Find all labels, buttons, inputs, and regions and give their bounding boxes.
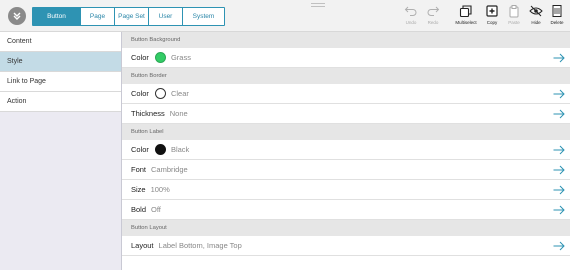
section-header-button-label: Button Label [122,124,570,140]
section-header-button-border: Button Border [122,68,570,84]
row-value: Label Bottom, Image Top [158,241,242,250]
arrow-right-icon [553,89,565,99]
row-value: Clear [170,89,189,98]
sidebar: Content Style Link to Page Action [0,32,122,270]
tab-page[interactable]: Page [81,8,115,25]
row-value: Off [151,205,161,214]
multiselect-icon [459,5,472,18]
color-swatch [154,88,166,99]
arrow-right-icon [553,109,565,119]
section-header-button-background: Button Background [122,32,570,48]
row-label: Color [131,53,149,62]
row-label: Layout [131,241,154,250]
sidebar-item-content[interactable]: Content [0,32,121,52]
tab-button[interactable]: Button [33,8,81,25]
section-header-button-layout: Button Layout [122,220,570,236]
row-label: Size [131,185,146,194]
arrow-right-icon [553,165,565,175]
row-label: Color [131,89,149,98]
trash-icon [552,5,562,17]
background-color-row[interactable]: Color Grass [122,48,570,68]
sidebar-item-action[interactable]: Action [0,92,121,112]
label-color-row[interactable]: Color Black [122,140,570,160]
row-value: Black [170,145,190,154]
label-bold-row[interactable]: Bold Off [122,200,570,220]
arrow-right-icon [553,53,565,63]
tab-user[interactable]: User [149,8,183,25]
row-value: Cambridge [151,165,188,174]
label-font-row[interactable]: Font Cambridge [122,160,570,180]
drag-handle[interactable] [311,3,325,9]
row-label: Bold [131,205,147,214]
arrow-right-icon [553,185,565,195]
tab-page-set[interactable]: Page Set [115,8,149,25]
row-label: Thickness [131,109,165,118]
border-thickness-row[interactable]: Thickness None [122,104,570,124]
tab-system[interactable]: System [183,8,224,25]
sidebar-item-label: Style [7,58,23,65]
redo-icon [427,6,440,16]
label-size-row[interactable]: Size 100% [122,180,570,200]
redo-label: Redo [427,20,439,25]
redo-button[interactable]: Redo [419,4,447,25]
row-label: Color [131,145,149,154]
border-color-row[interactable]: Color Clear [122,84,570,104]
sidebar-item-link-to-page[interactable]: Link to Page [0,72,121,92]
row-value: 100% [150,185,170,194]
collapse-button[interactable] [8,7,26,25]
delete-button[interactable]: Delete [545,4,569,25]
undo-icon [404,6,417,16]
arrow-right-icon [553,145,565,155]
sidebar-item-label: Action [7,98,27,105]
sidebar-item-style[interactable]: Style [0,52,121,72]
style-settings-panel: Button Background Color Grass Button Bor… [122,32,570,270]
paste-icon [509,5,519,18]
chevron-double-down-icon [13,12,21,20]
tab-bar: Button Page Page Set User System [32,7,225,26]
layout-row[interactable]: Layout Label Bottom, Image Top [122,236,570,256]
color-swatch [154,144,166,155]
row-value: None [169,109,188,118]
row-value: Grass [170,53,191,62]
sidebar-item-label: Content [7,38,32,45]
delete-label: Delete [550,20,564,25]
multiselect-label: Multiselect [455,20,477,25]
hide-eye-icon [529,5,543,17]
toolbar: Button Page Page Set User System Undo Re… [0,0,570,32]
multiselect-button[interactable]: Multiselect [452,4,480,25]
arrow-right-icon [553,241,565,251]
arrow-right-icon [553,205,565,215]
copy-icon [486,5,498,17]
row-label: Font [131,165,147,174]
color-swatch [154,52,166,63]
sidebar-item-label: Link to Page [7,78,46,85]
